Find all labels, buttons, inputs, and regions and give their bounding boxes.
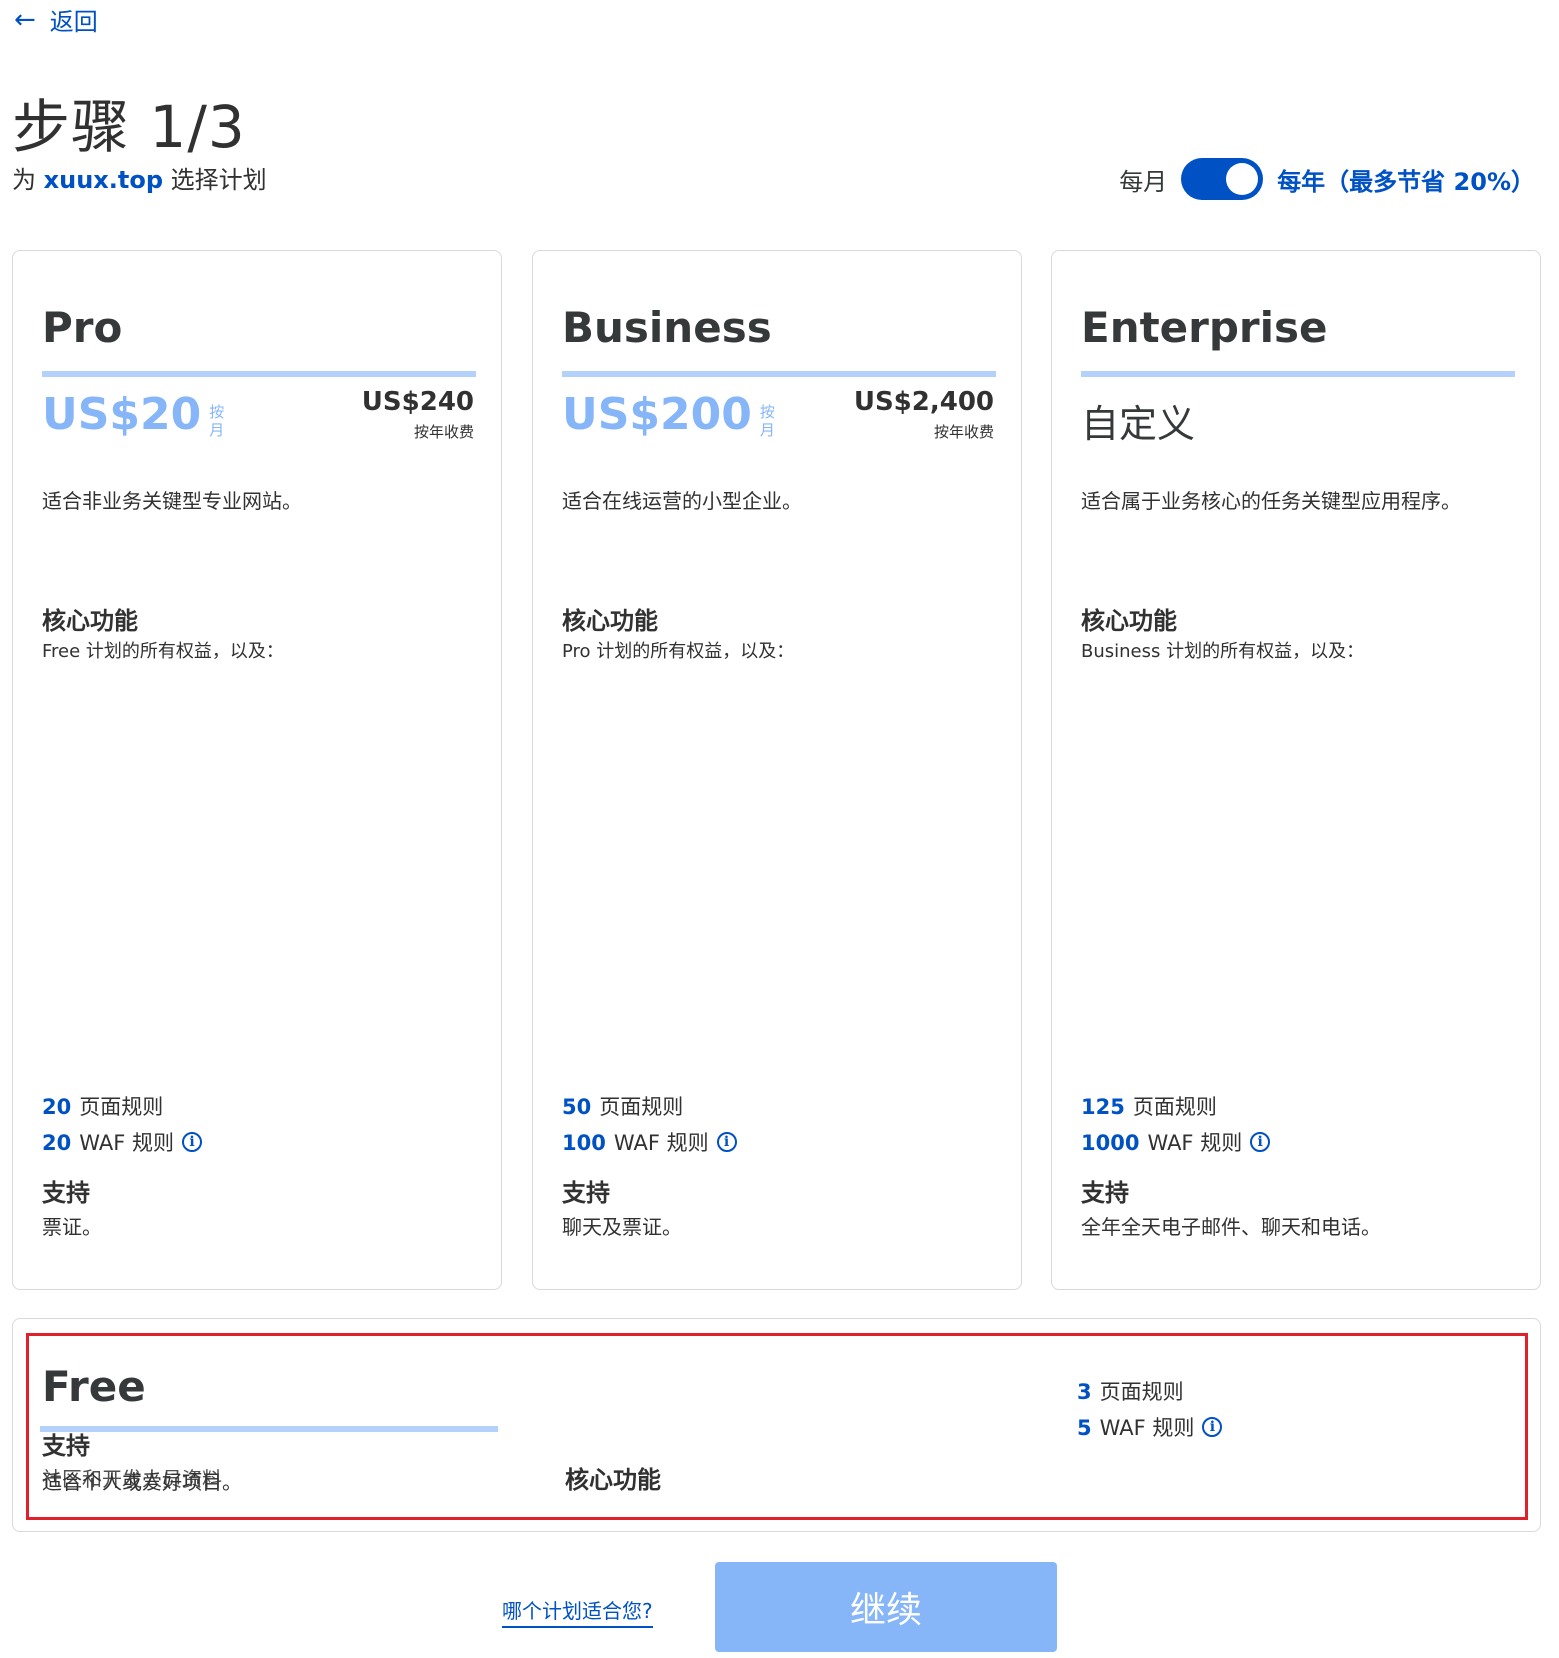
subtitle-prefix: 为 — [12, 166, 36, 194]
page-rules-label: 页面规则 — [1132, 1095, 1217, 1119]
free-plan-accent-bar — [40, 1426, 498, 1432]
billing-yearly-label[interactable]: 每年（最多节省 20%） — [1277, 162, 1535, 197]
billing-monthly-label[interactable]: 每月 — [1119, 162, 1167, 197]
billing-switch: 每月 每年（最多节省 20%） — [1119, 158, 1535, 200]
page-rules-count: 20 — [42, 1095, 72, 1119]
plan-name: Business — [562, 303, 772, 352]
info-circle-icon[interactable]: i — [1202, 1417, 1223, 1437]
support-title: 支持 — [42, 1179, 90, 1207]
free-plan-name: Free — [42, 1362, 146, 1411]
waf-rules: 20 WAF 规则 i — [42, 1127, 202, 1157]
subtitle-suffix: 选择计划 — [170, 166, 267, 194]
arrow-left-icon: ← — [14, 4, 36, 35]
free-features-title: 核心功能 — [565, 1466, 661, 1494]
support-text: 聊天及票证。 — [562, 1215, 682, 1239]
page-rules-count: 50 — [562, 1095, 592, 1119]
page-rules-label: 页面规则 — [1099, 1380, 1184, 1404]
waf-rules-count: 1000 — [1081, 1131, 1140, 1155]
plan-description: 适合属于业务核心的任务关键型应用程序。 — [1081, 489, 1461, 513]
plan-price: US$20 按月 — [42, 389, 227, 440]
plan-card-enterprise[interactable]: Enterprise 自定义 适合属于业务核心的任务关键型应用程序。 核心功能 … — [1051, 250, 1541, 1290]
plan-price: US$200 按月 — [562, 389, 778, 440]
support-text: 全年全天电子邮件、聊天和电话。 — [1081, 1215, 1381, 1239]
continue-button[interactable]: 继续 — [715, 1562, 1057, 1652]
plan-card-free[interactable] — [12, 1318, 1541, 1532]
plan-name: Pro — [42, 303, 123, 352]
plan-description: 适合非业务关键型专业网站。 — [42, 489, 302, 513]
which-plan-link[interactable]: 哪个计划适合您? — [502, 1595, 653, 1628]
annual-note: 按年收费 — [413, 423, 474, 441]
annual-total: US$240 — [361, 387, 474, 417]
price-amount: US$20 — [42, 389, 202, 440]
waf-rules-label: WAF 规则 — [79, 1131, 174, 1155]
page-rules-label: 页面规则 — [79, 1095, 164, 1119]
page-rules: 50 页面规则 — [562, 1091, 683, 1121]
page-rules: 125 页面规则 — [1081, 1091, 1217, 1121]
features-title: 核心功能 — [42, 607, 138, 635]
free-support-text: 社区和开发人员资料 — [42, 1467, 222, 1491]
annual-note: 按年收费 — [933, 423, 994, 441]
waf-rules-label: WAF 规则 — [1147, 1131, 1243, 1155]
page-rules-count: 125 — [1081, 1095, 1125, 1119]
price-period: 按月 — [759, 403, 775, 439]
info-circle-icon[interactable]: i — [1250, 1132, 1271, 1152]
free-page-rules: 3 页面规则 — [1077, 1376, 1184, 1406]
waf-rules-count: 20 — [42, 1131, 72, 1155]
plan-accent-bar — [42, 371, 476, 377]
plan-accent-bar — [562, 371, 996, 377]
waf-rules-label: WAF 规则 — [613, 1131, 709, 1155]
page-subtitle: 为 xuux.top 选择计划 — [12, 160, 267, 195]
annual-billing: US$240 按年收费 — [362, 387, 474, 442]
plan-card-business[interactable]: Business US$200 按月 US$2,400 按年收费 适合在线运营的… — [532, 250, 1022, 1290]
price-period: 按月 — [209, 403, 225, 439]
features-title: 核心功能 — [1081, 607, 1177, 635]
support-title: 支持 — [562, 1179, 610, 1207]
custom-price: 自定义 — [1081, 402, 1196, 446]
page-rules: 20 页面规则 — [42, 1091, 163, 1121]
back-label: 返回 — [49, 8, 98, 36]
waf-rules: 100 WAF 规则 i — [562, 1127, 737, 1157]
billing-toggle[interactable] — [1181, 158, 1264, 200]
waf-rules: 1000 WAF 规则 i — [1081, 1127, 1271, 1157]
features-subtitle: Pro 计划的所有权益，以及： — [562, 641, 795, 662]
free-support-title: 支持 — [42, 1432, 90, 1460]
page-title: 步骤 1/3 — [12, 93, 246, 161]
plan-card-pro[interactable]: Pro US$20 按月 US$240 按年收费 适合非业务关键型专业网站。 核… — [12, 250, 502, 1290]
plan-accent-bar — [1081, 371, 1515, 377]
features-subtitle: Business 计划的所有权益，以及： — [1081, 641, 1365, 662]
info-circle-icon[interactable]: i — [181, 1132, 202, 1152]
price-amount: US$200 — [562, 389, 752, 440]
features-title: 核心功能 — [562, 607, 658, 635]
waf-rules-count: 5 — [1077, 1416, 1092, 1440]
support-text: 票证。 — [42, 1215, 102, 1239]
plan-name: Enterprise — [1081, 303, 1328, 352]
page-rules-label: 页面规则 — [599, 1095, 684, 1119]
support-title: 支持 — [1081, 1179, 1129, 1207]
waf-rules-label: WAF 规则 — [1099, 1416, 1195, 1440]
plan-description: 适合在线运营的小型企业。 — [562, 489, 802, 513]
annual-billing: US$2,400 按年收费 — [854, 387, 994, 442]
waf-rules-count: 100 — [562, 1131, 606, 1155]
toggle-knob — [1226, 163, 1259, 195]
domain-name: xuux.top — [43, 166, 164, 194]
back-link[interactable]: ← 返回 — [14, 2, 98, 37]
features-subtitle: Free 计划的所有权益，以及： — [42, 641, 284, 662]
annual-total: US$2,400 — [853, 387, 994, 417]
page-rules-count: 3 — [1077, 1380, 1092, 1404]
info-circle-icon[interactable]: i — [716, 1132, 737, 1152]
free-waf-rules: 5 WAF 规则 i — [1077, 1412, 1223, 1442]
